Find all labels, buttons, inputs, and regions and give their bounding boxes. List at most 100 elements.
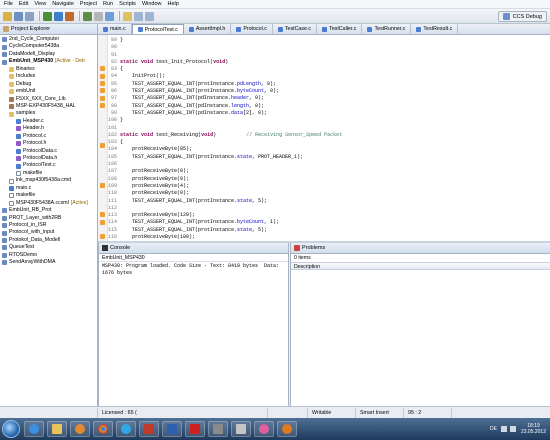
tree-item[interactable]: ProtocolData.c — [0, 148, 97, 155]
code-text: protReceiveByte(0); — [120, 175, 190, 182]
menu-item-view[interactable]: View — [34, 1, 46, 7]
taskbar-ie[interactable] — [24, 421, 44, 437]
taskbar-ccs[interactable] — [139, 421, 159, 437]
editor-tab[interactable]: Protocol.c — [231, 24, 273, 34]
tree-item[interactable]: makefile — [0, 170, 97, 177]
breakpoint-marker[interactable] — [100, 212, 105, 217]
tree-item[interactable]: ProtocolData.h — [0, 155, 97, 162]
taskbar-app2[interactable] — [231, 421, 251, 437]
tree-item[interactable]: ProtocolTest.c — [0, 162, 97, 169]
start-button[interactable] — [2, 420, 20, 438]
problems-tab[interactable]: Problems — [291, 243, 550, 254]
taskbar-word[interactable] — [162, 421, 182, 437]
search-icon[interactable] — [105, 11, 114, 21]
breakpoint-marker[interactable] — [100, 81, 105, 86]
editor-tab[interactable]: TestCaller.c — [317, 24, 363, 34]
status-bar: Licensed : 65 ( Writable Smart Insert 95… — [0, 406, 550, 418]
tree-item-label: Header.h — [23, 125, 45, 132]
code-text: { — [120, 66, 124, 73]
tree-item[interactable]: SendArrayWithDMA — [0, 259, 97, 266]
tree-item[interactable]: Protocol.c — [0, 133, 97, 140]
tree-item[interactable]: MSP430F5438A.ccxml [Active] — [0, 200, 97, 207]
breakpoint-marker[interactable] — [100, 183, 105, 188]
tree-item[interactable]: RTOSDemo — [0, 252, 97, 259]
tree-item[interactable]: 2nd_Cycle_Computer — [0, 36, 97, 43]
taskbar-app[interactable] — [208, 421, 228, 437]
problems-column-description[interactable]: Description — [291, 262, 550, 270]
breakpoint-marker[interactable] — [100, 66, 105, 71]
taskbar-pdf[interactable] — [185, 421, 205, 437]
volume-icon[interactable] — [509, 426, 516, 432]
menu-item-file[interactable]: File — [4, 1, 13, 7]
tree-item[interactable]: Protocol.h — [0, 140, 97, 147]
tree-item[interactable]: main.c — [0, 185, 97, 192]
breakpoint-marker[interactable] — [100, 234, 105, 239]
editor-tab-label: TestResult.c — [423, 26, 453, 32]
menu-item-navigate[interactable]: Navigate — [52, 1, 74, 7]
tree-item[interactable]: EmbUnit_RB_Prot — [0, 207, 97, 214]
breakpoint-marker[interactable] — [100, 143, 105, 148]
taskbar-skype[interactable] — [116, 421, 136, 437]
tree-item[interactable]: Header.h — [0, 125, 97, 132]
print-icon[interactable] — [25, 11, 34, 21]
external-tools-icon[interactable] — [94, 11, 103, 21]
run-icon[interactable] — [83, 11, 92, 21]
breakpoint-marker[interactable] — [100, 74, 105, 79]
console-tab[interactable]: Console — [99, 243, 288, 254]
tree-item[interactable]: Includes — [0, 73, 97, 80]
language-indicator[interactable]: DE — [490, 426, 497, 432]
menu-item-scripts[interactable]: Scripts — [119, 1, 136, 7]
tree-item[interactable]: PROT_Layer_with2RB — [0, 215, 97, 222]
back-arrow-icon[interactable] — [134, 11, 143, 21]
tree-item[interactable]: Header.c — [0, 118, 97, 125]
tree-item[interactable]: Protocol_in_ISR — [0, 222, 97, 229]
save-icon[interactable] — [14, 11, 23, 21]
menu-item-run[interactable]: Run — [103, 1, 113, 7]
tree-item[interactable]: makefile — [0, 192, 97, 199]
debug-icon[interactable] — [43, 11, 52, 21]
tree-item[interactable]: F5XX_6XX_Core_Lib — [0, 96, 97, 103]
editor-tab[interactable]: main.c — [98, 24, 132, 34]
taskbar-chrome[interactable] — [93, 421, 113, 437]
tree-item[interactable]: DataModell_Display — [0, 51, 97, 58]
build-icon[interactable] — [54, 11, 63, 21]
editor-tab[interactable]: TestCase.c — [273, 24, 318, 34]
editor-tab[interactable]: AssertImpl.h — [184, 24, 232, 34]
menu-item-window[interactable]: Window — [142, 1, 162, 7]
perspective-switcher[interactable]: CCS Debug — [497, 11, 547, 22]
clock[interactable]: 18:19 23.05.2012 — [521, 423, 546, 435]
menu-item-project[interactable]: Project — [80, 1, 97, 7]
breakpoint-marker[interactable] — [100, 96, 105, 101]
code-editor[interactable]: 89} 90 91 92 static void test_Init_Protocol(… — [98, 35, 550, 241]
taskbar-firefox[interactable] — [277, 421, 297, 437]
tree-item[interactable]: Protokol_Data_Modell — [0, 237, 97, 244]
taskbar-paint[interactable] — [254, 421, 274, 437]
tree-item[interactable]: EmbUnit_MSP430 [Active - Deb — [0, 58, 97, 65]
taskbar-media[interactable] — [70, 421, 90, 437]
taskbar-explorer[interactable] — [47, 421, 67, 437]
tree-item[interactable]: Protocol_with_input — [0, 229, 97, 236]
menu-item-edit[interactable]: Edit — [19, 1, 28, 7]
breakpoint-marker[interactable] — [100, 220, 105, 225]
breakpoint-marker[interactable] — [100, 88, 105, 93]
forward-arrow-icon[interactable] — [145, 11, 154, 21]
editor-tab[interactable]: TestResult.c — [411, 24, 459, 34]
tree-item[interactable]: MSP-EXP430F5438_HAL — [0, 103, 97, 110]
tree-item[interactable]: embUnit — [0, 88, 97, 95]
new-icon[interactable] — [3, 11, 12, 21]
tree-item[interactable]: Binaries — [0, 66, 97, 73]
editor-tab[interactable]: TestRunner.c — [362, 24, 412, 34]
annotation-icon[interactable] — [123, 11, 132, 21]
code-line: 89} — [108, 37, 550, 44]
menu-item-help[interactable]: Help — [168, 1, 179, 7]
tree-item[interactable]: CycleComputer5438a — [0, 43, 97, 50]
editor-tab[interactable]: ProtocolTest.c — [131, 24, 184, 34]
tree-item[interactable]: lnk_msp430f5438a.cmd — [0, 177, 97, 184]
tree-item-label: Debug — [16, 80, 32, 87]
network-icon[interactable] — [500, 426, 507, 432]
tools-icon[interactable] — [65, 11, 74, 21]
breakpoint-marker[interactable] — [100, 103, 105, 108]
tree-item[interactable]: QueueTest — [0, 244, 97, 251]
tree-item[interactable]: samples — [0, 110, 97, 117]
tree-item[interactable]: Debug — [0, 81, 97, 88]
